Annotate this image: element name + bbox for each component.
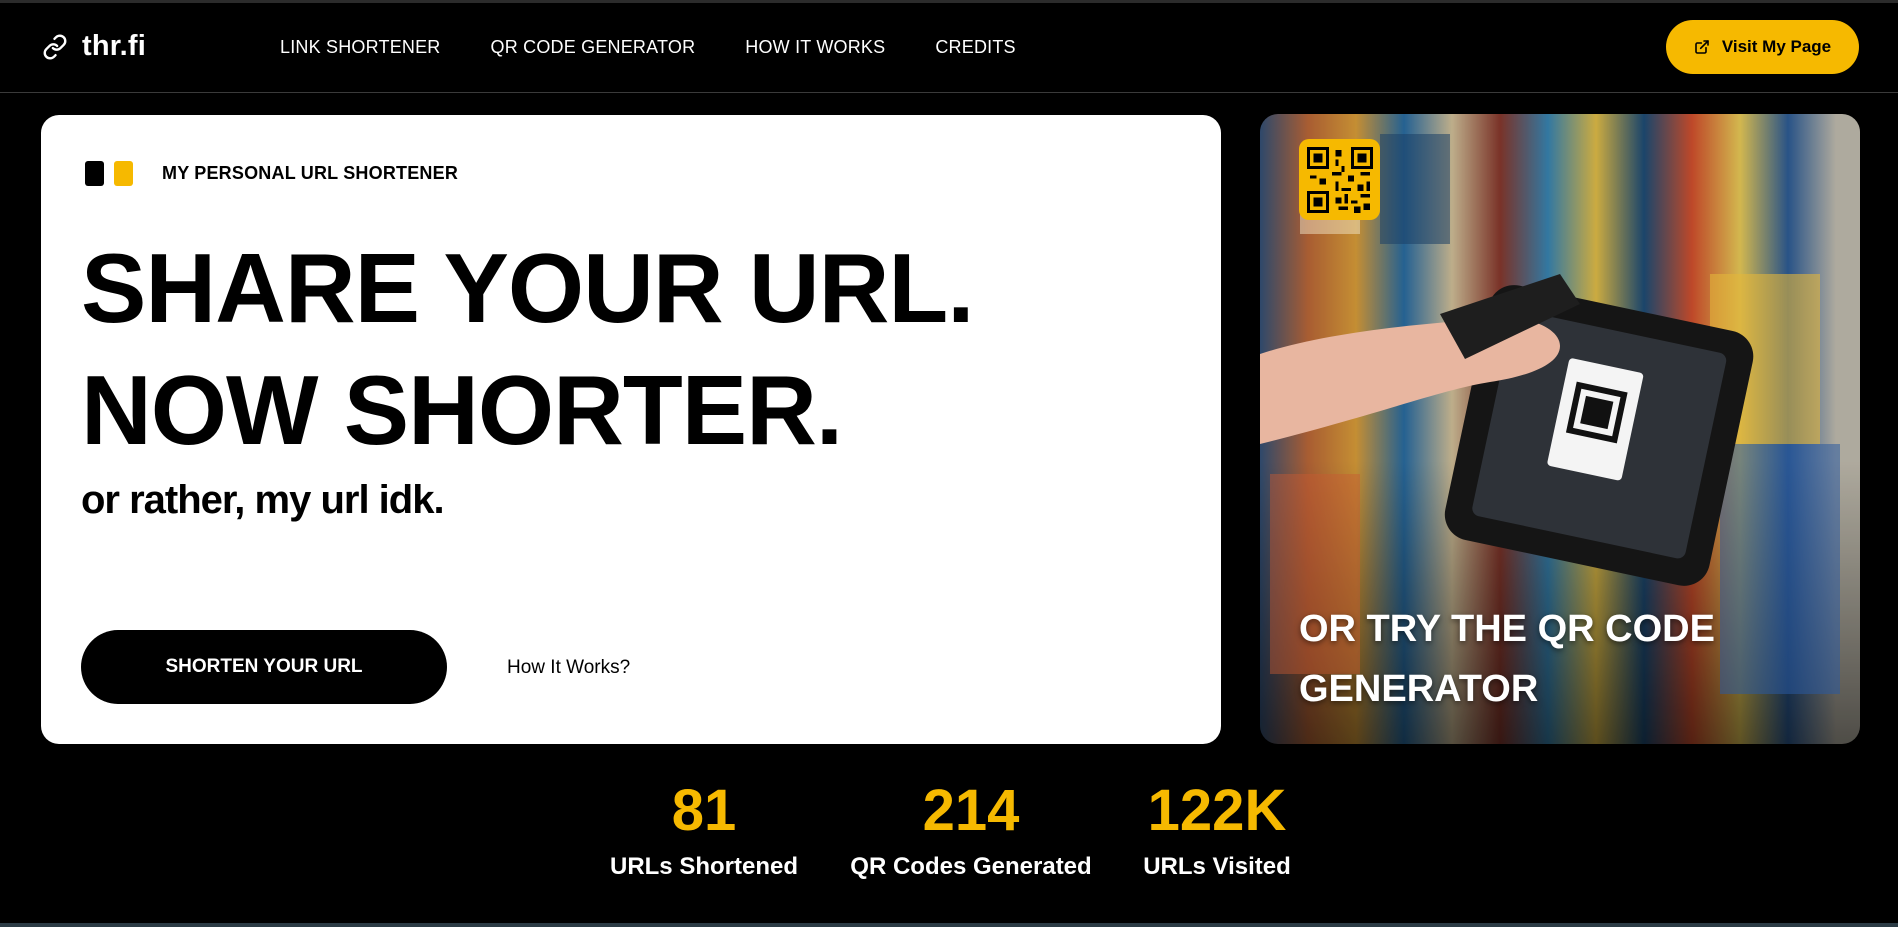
headline-line-2: NOW SHORTER.: [81, 355, 843, 465]
shorten-url-button[interactable]: SHORTEN YOUR URL: [81, 630, 447, 704]
nav-link-qr-generator[interactable]: QR CODE GENERATOR: [491, 37, 696, 58]
hero-subline: or rather, my url idk.: [81, 478, 445, 522]
hero-card: MY PERSONAL URL SHORTENER SHARE YOUR URL…: [41, 115, 1221, 744]
how-it-works-link[interactable]: How It Works?: [507, 657, 630, 679]
brand-logo-link[interactable]: thr.fi: [42, 30, 146, 63]
bottom-rule: [0, 923, 1898, 927]
stat-label: URLs Visited: [1143, 853, 1291, 880]
nav-link-shortener[interactable]: LINK SHORTENER: [280, 37, 441, 58]
kicker-text: MY PERSONAL URL SHORTENER: [162, 163, 459, 183]
kicker-black-block: [85, 161, 104, 186]
qr-generator-promo-card[interactable]: OR TRY THE QR CODE GENERATOR: [1260, 114, 1860, 744]
kicker-yellow-block: [114, 161, 133, 186]
stat-urls-visited: 122K URLs Visited: [1128, 775, 1306, 881]
stat-value: 214: [922, 778, 1020, 843]
nav-link-credits[interactable]: CREDITS: [935, 37, 1015, 58]
main-nav: LINK SHORTENER QR CODE GENERATOR HOW IT …: [280, 37, 1016, 58]
hero-kicker: MY PERSONAL URL SHORTENER: [85, 161, 458, 186]
external-link-icon: [1695, 40, 1709, 54]
stat-urls-shortened: 81 URLs Shortened: [604, 775, 804, 881]
hero-headline: SHARE YOUR URL. NOW SHORTER.: [81, 227, 975, 471]
link-icon: [43, 33, 67, 60]
stat-value: 122K: [1147, 778, 1287, 843]
headline-line-1: SHARE YOUR URL.: [81, 233, 975, 343]
nav-link-how-it-works[interactable]: HOW IT WORKS: [745, 37, 885, 58]
visit-my-page-button[interactable]: Visit My Page: [1666, 20, 1859, 74]
stat-qr-codes-generated: 214 QR Codes Generated: [838, 775, 1104, 881]
visit-my-page-label: Visit My Page: [1721, 37, 1832, 56]
stat-label: URLs Shortened: [609, 853, 798, 880]
brand-name: thr.fi: [82, 30, 147, 62]
stat-value: 81: [671, 778, 737, 843]
stat-label: QR Codes Generated: [850, 853, 1092, 880]
navbar: thr.fi LINK SHORTENER QR CODE GENERATOR …: [0, 3, 1898, 93]
qr-badge: [1299, 139, 1380, 220]
promo-title: OR TRY THE QR CODE GENERATOR: [1299, 608, 1715, 710]
qr-code-icon: [1306, 146, 1373, 213]
